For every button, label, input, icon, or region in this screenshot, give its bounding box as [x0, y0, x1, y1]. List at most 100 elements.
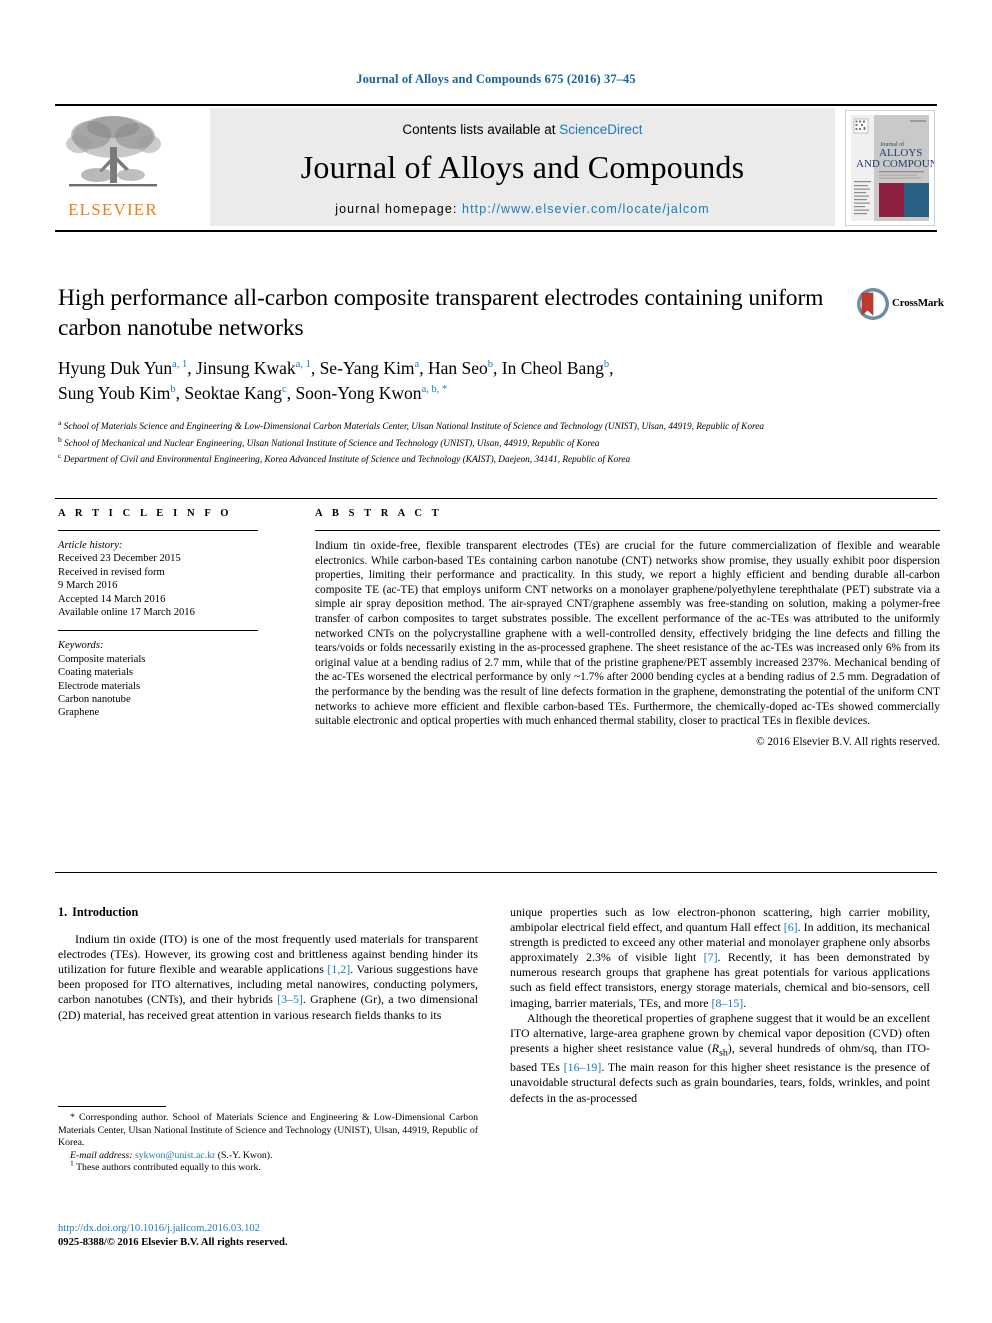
- author-list: Hyung Duk Yuna, 1, Jinsung Kwaka, 1, Se-…: [58, 356, 848, 406]
- info-section-top-rule: [55, 498, 937, 500]
- email-label: E-mail address:: [70, 1149, 133, 1161]
- history-item: Available online 17 March 2016: [58, 607, 195, 619]
- footnote-equal-text: These authors contributed equally to thi…: [76, 1162, 261, 1174]
- section-title: Introduction: [72, 905, 139, 919]
- page-title: High performance all-carbon composite tr…: [58, 285, 824, 341]
- keyword-item: Composite materials: [58, 653, 146, 665]
- article-history-label: Article history:: [58, 540, 123, 551]
- author-8-affil-marker: a, b, *: [421, 384, 448, 396]
- abstract-copyright: © 2016 Elsevier B.V. All rights reserved…: [756, 735, 940, 748]
- crossmark-icon: [857, 288, 889, 320]
- keyword-item: Coating materials: [58, 667, 134, 679]
- affiliation-b: b School of Mechanical and Nuclear Engin…: [58, 434, 848, 451]
- email-link[interactable]: sykwon@unist.ac.kr: [135, 1150, 215, 1161]
- svg-text:AND COMPOUNDS: AND COMPOUNDS: [856, 158, 934, 170]
- elsevier-logo: ELSEVIER: [59, 109, 167, 227]
- citation-ref[interactable]: [3–5]: [277, 992, 303, 1006]
- keyword-item: Graphene: [58, 707, 100, 719]
- running-head: Journal of Alloys and Compounds 675 (201…: [356, 72, 636, 86]
- affiliation-a-marker: a: [58, 418, 62, 427]
- masthead-center-band: Contents lists available at ScienceDirec…: [210, 108, 835, 226]
- history-item: 9 March 2016: [58, 580, 118, 592]
- affiliation-c: c Department of Civil and Environmental …: [58, 450, 848, 467]
- elsevier-tree-icon: [66, 116, 161, 187]
- intro-paragraph-1: Indium tin oxide (ITO) is one of the mos…: [58, 932, 478, 1023]
- keywords-block: Keywords: Composite materials Coating ma…: [58, 630, 258, 719]
- section-number: 1.: [58, 905, 68, 919]
- author-7: , Seoktae Kang: [175, 383, 283, 403]
- footnote-block: * Corresponding author. School of Materi…: [58, 1106, 478, 1175]
- citation-ref[interactable]: [8–15]: [712, 996, 744, 1010]
- author-6: Sung Youb Kim: [58, 383, 171, 403]
- abstract-heading: A B S T R A C T: [315, 508, 443, 519]
- symbol-R-subscript: sh: [718, 1047, 728, 1059]
- email-owner: (S.-Y. Kwon).: [217, 1149, 273, 1161]
- author-4: , Han Seo: [419, 358, 488, 378]
- section-heading-introduction: 1. Introduction: [58, 905, 478, 920]
- body-column-left: 1. Introduction Indium tin oxide (ITO) is…: [58, 905, 478, 1023]
- citation-ref[interactable]: [6]: [784, 920, 798, 934]
- homepage-url-link[interactable]: http://www.elsevier.com/locate/jalcom: [462, 202, 710, 216]
- author-2: , Jinsung Kwak: [187, 358, 296, 378]
- affiliation-list: a School of Materials Science and Engine…: [58, 417, 848, 467]
- doi-link[interactable]: http://dx.doi.org/10.1016/j.jallcom.2016…: [58, 1222, 488, 1236]
- body-column-right: unique properties such as low electron-p…: [510, 905, 930, 1106]
- journal-homepage-line: journal homepage: http://www.elsevier.co…: [210, 202, 835, 216]
- affiliation-c-text: Department of Civil and Environmental En…: [63, 455, 631, 466]
- article-info-heading: A R T I C L E I N F O: [58, 508, 233, 519]
- affiliation-b-marker: b: [58, 434, 62, 444]
- info-section-bottom-rule: [55, 872, 937, 874]
- intro-p1-text-g: .: [743, 995, 747, 1010]
- contents-prefix: Contents lists available at: [402, 122, 556, 137]
- journal-cover-icon: Journal of ALLOYS AND COMPOUNDS: [846, 111, 934, 225]
- crossmark-label: CrossMark: [892, 297, 944, 309]
- footnote-corresponding-author: * Corresponding author. School of Materi…: [58, 1112, 478, 1150]
- abstract-column: A B S T R A C T Indium tin oxide-free, f…: [315, 508, 940, 748]
- footnote-rule: [58, 1106, 166, 1107]
- title-block: High performance all-carbon composite tr…: [58, 283, 848, 467]
- intro-paragraph-1-continued: unique properties such as low electron-p…: [510, 905, 930, 1011]
- footnote-email-line: E-mail address: sykwon@unist.ac.kr (S.-Y…: [58, 1150, 478, 1163]
- author-5: , In Cheol Bang: [493, 358, 604, 378]
- keywords-label: Keywords:: [58, 640, 104, 652]
- citation-ref[interactable]: [7]: [704, 950, 718, 964]
- doi-block: http://dx.doi.org/10.1016/j.jallcom.2016…: [58, 1222, 488, 1250]
- elsevier-wordmark: ELSEVIER: [68, 200, 158, 219]
- affiliation-a: a School of Materials Science and Engine…: [58, 417, 848, 434]
- masthead-rule-top: [55, 104, 937, 106]
- history-item: Received 23 December 2015: [58, 553, 181, 565]
- sciencedirect-link[interactable]: ScienceDirect: [559, 122, 642, 137]
- affiliation-c-marker: c: [58, 451, 62, 461]
- abstract-text: Indium tin oxide-free, flexible transpar…: [315, 540, 940, 728]
- footnote-corresponding-text: Corresponding author. School of Material…: [58, 1112, 479, 1149]
- article-info-column: A R T I C L E I N F O Article history: R…: [58, 508, 258, 720]
- footnote-marker-asterisk: *: [70, 1112, 75, 1123]
- issn-copyright-line: 0925-8388/© 2016 Elsevier B.V. All right…: [58, 1237, 288, 1248]
- footnote-marker-1: 1: [70, 1159, 74, 1169]
- affiliation-a-text: School of Materials Science and Engineer…: [63, 422, 765, 433]
- homepage-label: journal homepage:: [335, 202, 458, 216]
- contents-line: Contents lists available at ScienceDirec…: [210, 108, 835, 137]
- journal-cover-thumbnail: Journal of ALLOYS AND COMPOUNDS: [845, 110, 935, 226]
- citation-ref[interactable]: [16–19]: [564, 1060, 602, 1074]
- intro-paragraph-2: Although the theoretical properties of g…: [510, 1011, 930, 1106]
- author-8: , Soon-Yong Kwon: [286, 383, 422, 403]
- keyword-item: Electrode materials: [58, 680, 141, 692]
- symbol-R: R: [711, 1040, 719, 1055]
- article-history-block: Article history: Received 23 December 20…: [58, 539, 258, 619]
- article-page: Journal of Alloys and Compounds 675 (201…: [0, 0, 992, 1323]
- article-info-heading-rule: [58, 530, 258, 531]
- author-1-affil-marker: a, 1: [172, 359, 188, 371]
- citation-ref[interactable]: [1,2]: [327, 962, 350, 976]
- footnote-equal-contribution: 1 These authors contributed equally to t…: [58, 1159, 478, 1175]
- crossmark-badge[interactable]: CrossMark: [856, 287, 944, 321]
- keywords-rule: [58, 630, 258, 632]
- author-line1-comma: ,: [609, 358, 614, 378]
- history-item: Received in revised form: [58, 566, 165, 578]
- journal-title: Journal of Alloys and Compounds: [300, 149, 745, 185]
- author-1: Hyung Duk Yun: [58, 358, 173, 378]
- history-item: Accepted 14 March 2016: [58, 593, 166, 605]
- journal-masthead: ELSEVIER Contents lists available at Sci…: [55, 104, 937, 232]
- masthead-rule-bottom: [55, 230, 937, 232]
- abstract-heading-rule: [315, 530, 940, 531]
